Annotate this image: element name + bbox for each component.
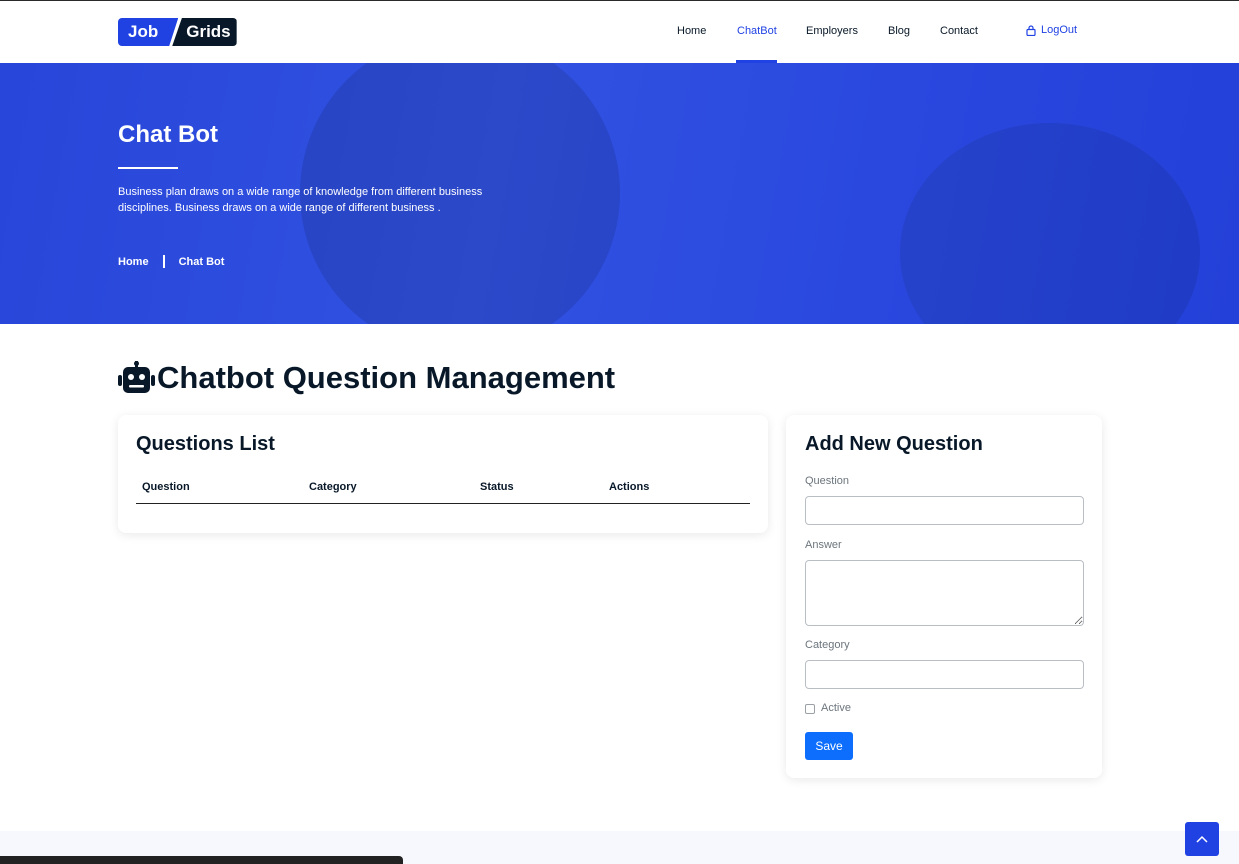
active-checkbox[interactable] bbox=[805, 704, 815, 714]
question-input[interactable] bbox=[805, 496, 1084, 525]
hero-banner: Chat Bot Business plan draws on a wide r… bbox=[0, 63, 1239, 324]
column-header-question: Question bbox=[142, 481, 190, 493]
column-header-actions: Actions bbox=[609, 481, 650, 493]
column-header-status: Status bbox=[480, 481, 514, 493]
hero-title-underline bbox=[118, 167, 178, 169]
scroll-to-top-button[interactable] bbox=[1185, 822, 1219, 856]
browser-status-tooltip bbox=[0, 856, 403, 864]
lock-icon bbox=[1026, 24, 1036, 36]
questions-list-card: Questions List Question Category Status … bbox=[118, 415, 768, 533]
breadcrumb-home[interactable]: Home bbox=[118, 256, 149, 268]
nav-blog[interactable]: Blog bbox=[888, 25, 910, 37]
logo-grids: Grids bbox=[172, 18, 237, 46]
hero-description: Business plan draws on a wide range of k… bbox=[118, 186, 483, 214]
add-question-title: Add New Question bbox=[805, 433, 983, 455]
save-button[interactable]: Save bbox=[805, 732, 853, 760]
add-question-card: Add New Question Question Answer Categor… bbox=[786, 415, 1102, 778]
page-heading: Chatbot Question Management bbox=[157, 360, 616, 395]
logo[interactable]: Job Grids bbox=[118, 18, 237, 46]
nav-contact[interactable]: Contact bbox=[940, 25, 978, 37]
breadcrumb-current: Chat Bot bbox=[178, 255, 225, 268]
questions-list-title: Questions List bbox=[136, 433, 275, 455]
breadcrumb: Home Chat Bot bbox=[118, 255, 224, 268]
answer-textarea[interactable] bbox=[805, 560, 1084, 626]
answer-label: Answer bbox=[805, 539, 842, 551]
page-title: Chatbot Question Management bbox=[118, 360, 615, 396]
active-label[interactable]: Active bbox=[821, 702, 851, 714]
hero-background-shape bbox=[900, 123, 1200, 324]
hero-title: Chat Bot bbox=[118, 121, 218, 148]
site-header: Job Grids Home ChatBot Employers Blog Co… bbox=[0, 1, 1239, 63]
nav-chatbot[interactable]: ChatBot bbox=[737, 25, 777, 37]
robot-icon bbox=[118, 361, 155, 393]
column-header-category: Category bbox=[309, 481, 357, 493]
category-input[interactable] bbox=[805, 660, 1084, 689]
breadcrumb-separator bbox=[162, 255, 165, 268]
questions-table-header: Question Category Status Actions bbox=[136, 479, 750, 504]
logout-link[interactable]: LogOut bbox=[1026, 24, 1077, 36]
chevron-up-icon bbox=[1196, 835, 1208, 843]
logout-label: LogOut bbox=[1041, 24, 1078, 36]
nav-home[interactable]: Home bbox=[677, 25, 706, 37]
nav-employers[interactable]: Employers bbox=[806, 25, 858, 37]
question-label: Question bbox=[805, 475, 850, 487]
logo-job: Job bbox=[118, 18, 179, 46]
category-label: Category bbox=[805, 639, 850, 651]
